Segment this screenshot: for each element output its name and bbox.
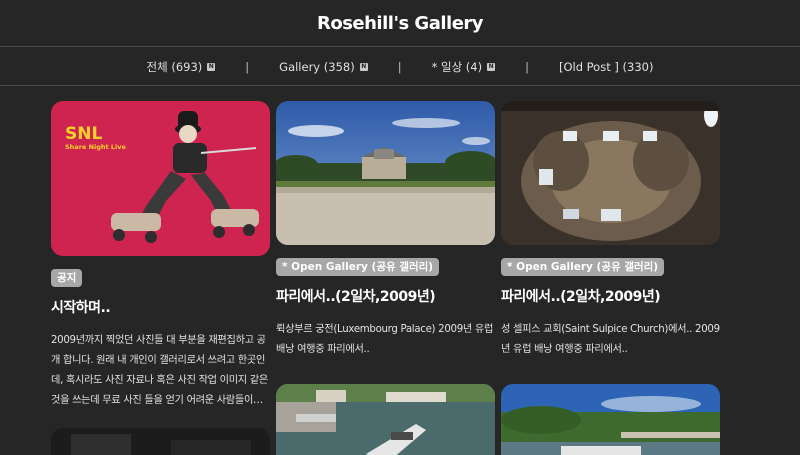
post-category-tag[interactable]: * Open Gallery (공유 갤러리) [276,258,440,276]
category-nav: 전체 (693) N | Gallery (358) N | * 일상 (4) … [0,48,800,86]
post-card[interactable]: * Open Gallery (공유 갤러리) 파리에서..(2일차,2009년… [501,101,720,360]
post-excerpt: 2009년까지 찍었던 사진들 대 부분을 재편집하고 공개 합니다. 원래 내… [51,335,268,406]
post-category-tag[interactable]: * Open Gallery (공유 갤러리) [501,258,665,276]
snl-logo-text: SNL [65,124,102,144]
post-title[interactable]: 시작하며.. [51,297,270,317]
post-thumbnail[interactable] [501,101,720,245]
post-thumbnail[interactable] [276,384,495,455]
nav-item-all[interactable]: 전체 (693) N [147,59,216,75]
new-badge: N [487,62,496,71]
luxembourg-palace-photo [276,101,495,245]
nav-separator: | [397,59,402,74]
post-card[interactable]: SNL Share Night Live 공지 시작하며.. 2009년까지 찍… [51,101,270,411]
snl-logo-subtext: Share Night Live [65,143,126,151]
post-excerpt: 뤽상부르 궁전(Luxembourg Palace) 2009년 유럽 배낭 여… [276,324,494,355]
paris-riverside-photo [501,384,720,455]
post-card[interactable]: * Open Gallery (공유 갤러리) 파리에서..(2일차,2009년… [276,101,495,360]
post-thumbnail[interactable]: SNL Share Night Live [51,101,270,256]
site-header: Rosehill's Gallery [0,0,800,47]
seine-river-photo [276,384,495,455]
nav-item-old-post[interactable]: [Old Post ] (330) [559,60,653,74]
post-thumbnail[interactable] [51,428,270,455]
nav-item-daily[interactable]: * 일상 (4) N [432,59,496,75]
site-title[interactable]: Rosehill's Gallery [317,13,484,34]
saint-sulpice-ceiling-photo [501,101,720,245]
post-thumbnail[interactable] [501,384,720,455]
dark-photo [51,428,270,455]
nav-item-label: [Old Post ] (330) [558,59,654,74]
post-excerpt: 성 셀피스 교회(Saint Sulpice Church)에서.. 2009년… [501,324,720,355]
nav-item-label: * 일상 (4) [431,59,483,74]
nav-item-label: Gallery (358) [279,59,355,74]
new-badge: N [359,62,368,71]
post-category-tag[interactable]: 공지 [51,269,83,287]
nav-separator: | [245,59,250,74]
post-title[interactable]: 파리에서..(2일차,2009년) [501,286,720,306]
post-thumbnail[interactable] [276,101,495,245]
snl-poster-image: SNL Share Night Live [51,101,270,256]
nav-item-label: 전체 (693) [146,59,203,74]
post-title[interactable]: 파리에서..(2일차,2009년) [276,286,495,306]
nav-separator: | [525,59,529,74]
nav-item-gallery[interactable]: Gallery (358) N [279,60,368,74]
new-badge: N [207,62,216,71]
